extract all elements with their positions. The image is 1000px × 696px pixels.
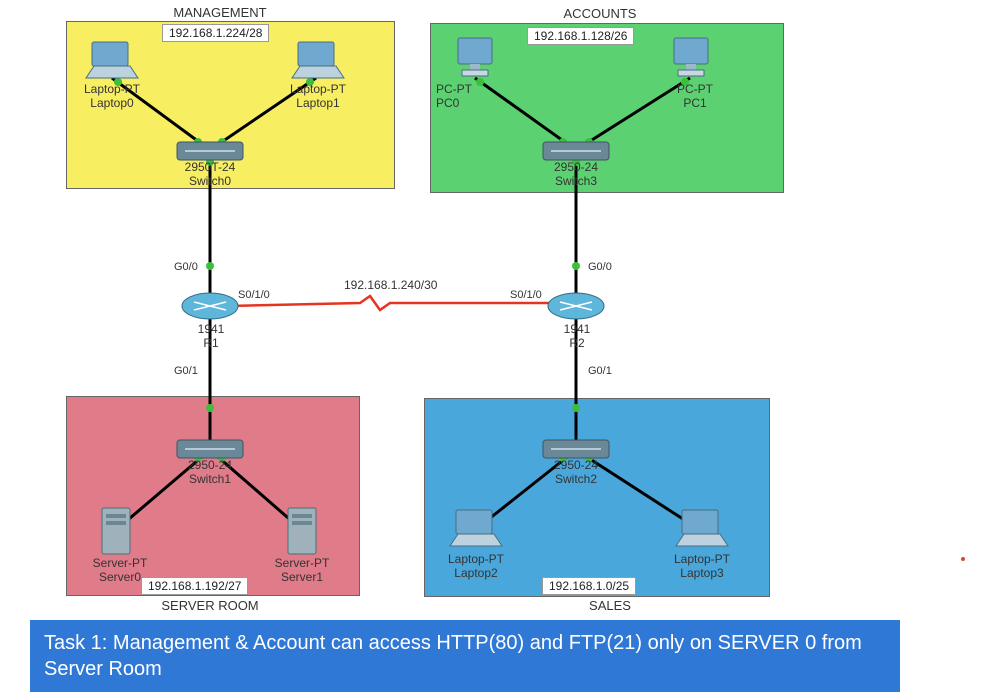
label-server0: Server-PTServer0 bbox=[80, 556, 160, 585]
router-icon[interactable] bbox=[546, 290, 606, 324]
laptop-icon[interactable] bbox=[82, 40, 142, 82]
label-switch0: 2950T-24Switch0 bbox=[170, 160, 250, 189]
iface-r1-s010: S0/1/0 bbox=[238, 289, 270, 301]
laptop-icon[interactable] bbox=[288, 40, 348, 82]
task-banner: Task 1: Management & Account can access … bbox=[30, 620, 900, 692]
label-laptop3: Laptop-PTLaptop3 bbox=[660, 552, 744, 581]
artifact-dot-icon bbox=[960, 556, 966, 562]
label-server1: Server-PTServer1 bbox=[262, 556, 342, 585]
label-switch3: 2950-24Switch3 bbox=[536, 160, 616, 189]
label-laptop1: Laptop-PTLaptop1 bbox=[276, 82, 360, 111]
laptop-icon[interactable] bbox=[672, 508, 732, 550]
iface-r2-s010: S0/1/0 bbox=[510, 289, 542, 301]
iface-r2-g00: G0/0 bbox=[588, 261, 612, 273]
iface-r2-g01: G0/1 bbox=[588, 365, 612, 377]
label-laptop0: Laptop-PTLaptop0 bbox=[70, 82, 154, 111]
server-icon[interactable] bbox=[96, 506, 136, 556]
label-r1: 1941R1 bbox=[186, 322, 236, 351]
desktop-pc-icon[interactable] bbox=[452, 36, 498, 82]
topology-canvas: MANAGEMENT ACCOUNTS SERVER ROOM SALES 19… bbox=[0, 0, 1000, 696]
label-laptop2: Laptop-PTLaptop2 bbox=[434, 552, 518, 581]
label-pc1: PC-PTPC1 bbox=[660, 82, 730, 111]
laptop-icon[interactable] bbox=[446, 508, 506, 550]
server-icon[interactable] bbox=[282, 506, 322, 556]
iface-r1-g00: G0/0 bbox=[174, 261, 198, 273]
label-switch1: 2950-24Switch1 bbox=[170, 458, 250, 487]
label-pc0: PC-PTPC0 bbox=[436, 82, 506, 111]
label-r2: 1941R2 bbox=[552, 322, 602, 351]
serial-link-subnet: 192.168.1.240/30 bbox=[344, 278, 437, 292]
label-switch2: 2950-24Switch2 bbox=[536, 458, 616, 487]
iface-r1-g01: G0/1 bbox=[174, 365, 198, 377]
router-icon[interactable] bbox=[180, 290, 240, 324]
desktop-pc-icon[interactable] bbox=[668, 36, 714, 82]
